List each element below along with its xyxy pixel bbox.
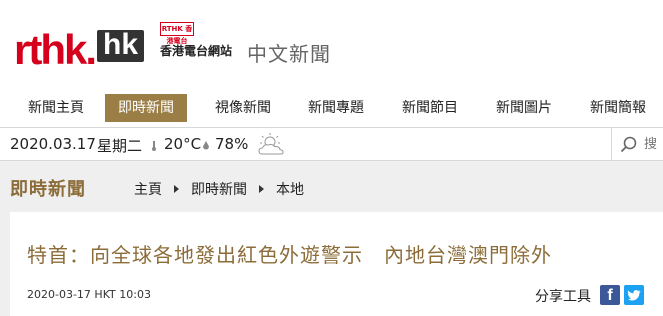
breadcrumb-arrow-icon: [259, 185, 264, 193]
logo-rthk-text: rthk.: [14, 26, 97, 73]
nav-item-news-home[interactable]: 新聞主頁: [15, 94, 97, 122]
current-weekday: 星期二: [97, 137, 143, 155]
section-title: 即時新聞: [10, 179, 86, 200]
logo-hk-badge: hk: [97, 30, 145, 62]
search-icon[interactable]: [620, 136, 638, 154]
breadcrumb-home[interactable]: 主頁: [134, 179, 162, 199]
facebook-share-icon[interactable]: f: [600, 285, 620, 305]
share-tools-label: 分享工具: [535, 289, 591, 305]
humidity: 78%: [215, 135, 249, 153]
current-date: 2020.03.17: [10, 135, 96, 153]
article-timestamp: 2020-03-17 HKT 10:03: [27, 288, 151, 301]
nav-item-news-photos[interactable]: 新聞圖片: [483, 94, 565, 122]
partly-cloudy-sun-icon: [258, 133, 284, 155]
breadcrumb-instant-news[interactable]: 即時新聞: [191, 179, 247, 199]
article-headline: 特首：向全球各地發出紅色外遊警示 內地台灣澳門除外: [27, 243, 552, 267]
nav-item-video-news[interactable]: 視像新聞: [202, 94, 284, 122]
info-bar: 2020.03.17 星期二 20°C 78%: [0, 127, 663, 161]
rthk-stamp-logo: RTHK 香港電台: [160, 22, 194, 45]
site-header: rthk. hk RTHK 香港電台 香港電台網站 中文新聞: [0, 0, 663, 88]
breadcrumb-local[interactable]: 本地: [276, 179, 304, 199]
search-input[interactable]: [644, 135, 663, 153]
nav-item-news-briefs[interactable]: 新聞簡報: [577, 94, 659, 122]
breadcrumb: 主頁 即時新聞 本地: [134, 179, 304, 199]
breadcrumb-arrow-icon: [174, 185, 179, 193]
nav-item-news-features[interactable]: 新聞專題: [295, 94, 377, 122]
header-section-title[interactable]: 中文新聞: [247, 38, 331, 67]
search-box: [611, 128, 663, 160]
nav-item-news-programmes[interactable]: 新聞節目: [389, 94, 471, 122]
main-nav: 新聞主頁 即時新聞 視像新聞 新聞專題 新聞節目 新聞圖片 新聞簡報: [0, 94, 663, 122]
nav-item-instant-news[interactable]: 即時新聞: [105, 94, 187, 122]
temperature: 20°C: [164, 135, 202, 153]
article-card: 特首：向全球各地發出紅色外遊警示 內地台灣澳門除外 2020-03-17 HKT…: [10, 212, 663, 316]
humidity-drop-icon: [203, 141, 209, 150]
rthk-logo[interactable]: rthk. hk: [14, 22, 145, 73]
thermometer-icon: [152, 141, 156, 151]
site-name: 香港電台網站: [160, 44, 233, 58]
logo-hk-text: hk: [97, 30, 145, 62]
twitter-share-icon[interactable]: [624, 285, 644, 305]
